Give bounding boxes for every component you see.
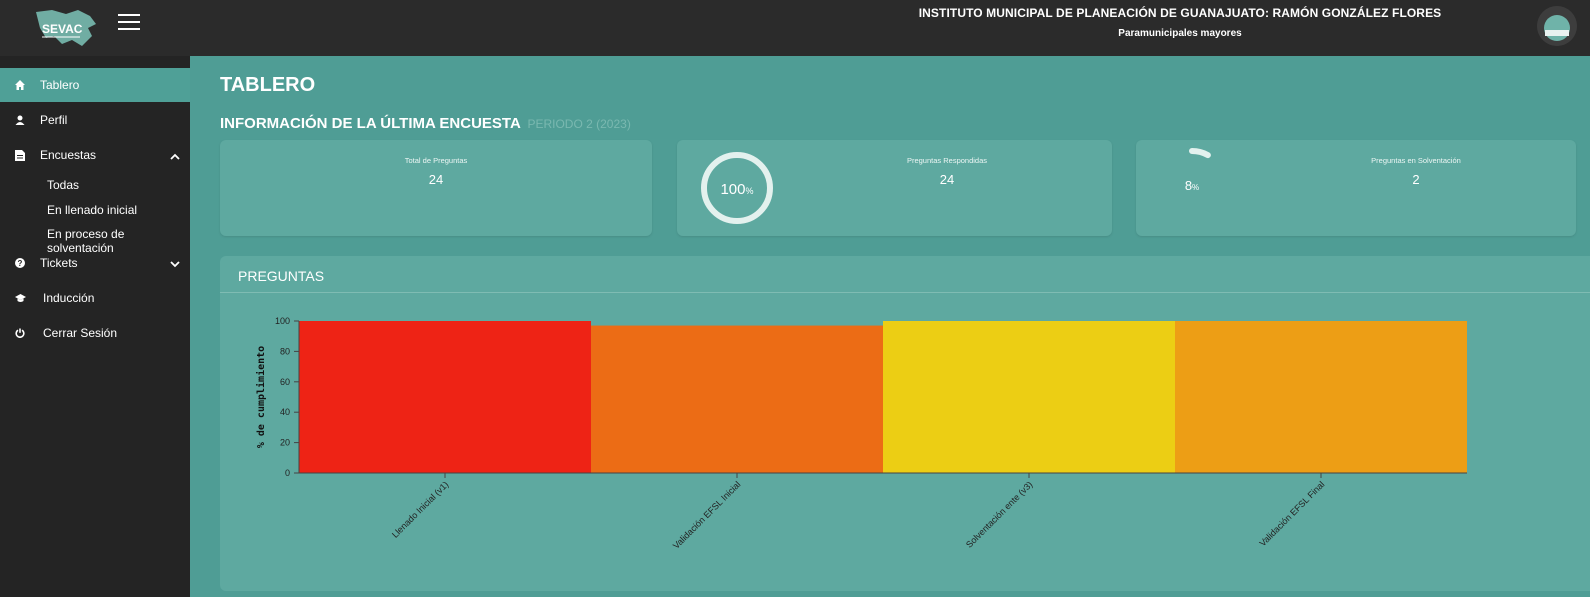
- x-tick-label: Validación EFSL Inicial: [671, 479, 742, 550]
- solventacion-questions-card: 8% Preguntas en Solventación 2: [1136, 140, 1576, 236]
- user-icon: [0, 115, 40, 125]
- y-tick-label: 40: [280, 407, 290, 417]
- document-icon: [0, 149, 40, 161]
- y-tick-label: 0: [285, 468, 290, 478]
- period-label: PERIODO 2 (2023): [527, 117, 631, 131]
- questions-panel: PREGUNTAS 0 20 40 60 80 100 % de cumplimiento L…: [220, 256, 1590, 591]
- svg-text:?: ?: [18, 259, 23, 268]
- power-icon: [0, 328, 40, 338]
- chart-bar: [1175, 321, 1467, 473]
- sidebar-subitem-llenado-inicial[interactable]: En llenado inicial: [47, 203, 137, 217]
- chart-bar: [299, 321, 591, 473]
- chart-bar: [591, 325, 883, 473]
- svg-text:100%: 100%: [720, 181, 753, 198]
- card-value: 2: [1412, 172, 1420, 187]
- user-avatar[interactable]: [1537, 6, 1577, 46]
- graduation-cap-icon: [0, 293, 40, 303]
- sidebar-item-label: Encuestas: [40, 148, 97, 162]
- panel-title: PREGUNTAS: [238, 268, 325, 284]
- sidebar-item-tickets[interactable]: ? Tickets: [0, 246, 190, 280]
- svg-text:8%: 8%: [1185, 178, 1199, 193]
- sidebar-item-label: Perfil: [40, 113, 68, 127]
- entity-type: Paramunicipales mayores: [1118, 28, 1242, 39]
- card-value: 24: [939, 172, 955, 187]
- page-title: TABLERO: [220, 74, 316, 96]
- section-title: INFORMACIÓN DE LA ÚLTIMA ENCUESTA PERIOD…: [220, 115, 631, 132]
- question-icon: ?: [0, 258, 40, 268]
- y-tick-label: 20: [280, 438, 290, 448]
- sidebar-item-label: Tablero: [40, 78, 80, 92]
- chevron-up-icon: [170, 149, 180, 163]
- card-label: Preguntas Respondidas: [906, 156, 988, 165]
- sidebar-item-cerrar-sesion[interactable]: Cerrar Sesión: [0, 316, 190, 350]
- total-questions-card: Total de Preguntas 24: [220, 140, 652, 236]
- panel-divider: [220, 292, 1590, 293]
- y-tick-label: 60: [280, 377, 290, 387]
- x-tick-label: Validación EFSL Final: [1257, 479, 1326, 548]
- y-axis-label: % de cumplimiento: [255, 346, 267, 448]
- chevron-down-icon: [170, 257, 180, 271]
- menu-toggle-icon[interactable]: [118, 14, 140, 32]
- sidebar-item-perfil[interactable]: Perfil: [0, 103, 190, 137]
- main-content: TABLERO INFORMACIÓN DE LA ÚLTIMA ENCUEST…: [190, 56, 1590, 597]
- sidebar-subitem-todas[interactable]: Todas: [47, 178, 79, 192]
- y-tick-label: 80: [280, 346, 290, 356]
- organization-header: INSTITUTO MUNICIPAL DE PLANEACIÓN DE GUA…: [900, 6, 1460, 39]
- sidebar-item-label: Tickets: [40, 256, 78, 270]
- sidebar-item-label: Cerrar Sesión: [43, 326, 118, 340]
- answered-questions-card: 100% Preguntas Respondidas 24: [677, 140, 1112, 236]
- section-title-text: INFORMACIÓN DE LA ÚLTIMA ENCUESTA: [220, 115, 521, 132]
- card-label: Preguntas en Solventación: [1371, 156, 1461, 165]
- x-tick-label: Solventación ente (v3): [964, 479, 1034, 549]
- compliance-bar-chart: 0 20 40 60 80 100 % de cumplimiento Llenado Ini…: [255, 316, 1467, 551]
- sidebar: Tablero Perfil Encuestas Todas En llenad…: [0, 56, 190, 597]
- svg-text:SEVAC: SEVAC: [42, 22, 83, 36]
- y-tick-label: 100: [275, 316, 290, 326]
- sidebar-item-tablero[interactable]: Tablero: [0, 68, 190, 102]
- sidebar-item-encuestas[interactable]: Encuestas: [0, 138, 190, 172]
- chart-bar: [883, 321, 1175, 473]
- sevac-logo[interactable]: SEVAC: [32, 6, 104, 50]
- solventacion-progress-ring: 8%: [1156, 148, 1228, 220]
- sidebar-item-induccion[interactable]: Inducción: [0, 281, 190, 315]
- organization-name: INSTITUTO MUNICIPAL DE PLANEACIÓN DE GUA…: [918, 6, 1442, 20]
- home-icon: [0, 80, 40, 90]
- sidebar-item-label: Inducción: [43, 291, 95, 305]
- x-tick-label: Llenado Inicial (v1): [390, 479, 450, 539]
- answered-progress-ring: 100%: [701, 152, 773, 224]
- top-bar: SEVAC INSTITUTO MUNICIPAL DE PLANEACIÓN …: [0, 0, 1590, 56]
- card-value: 24: [428, 172, 444, 187]
- card-label: Total de Preguntas: [404, 156, 468, 165]
